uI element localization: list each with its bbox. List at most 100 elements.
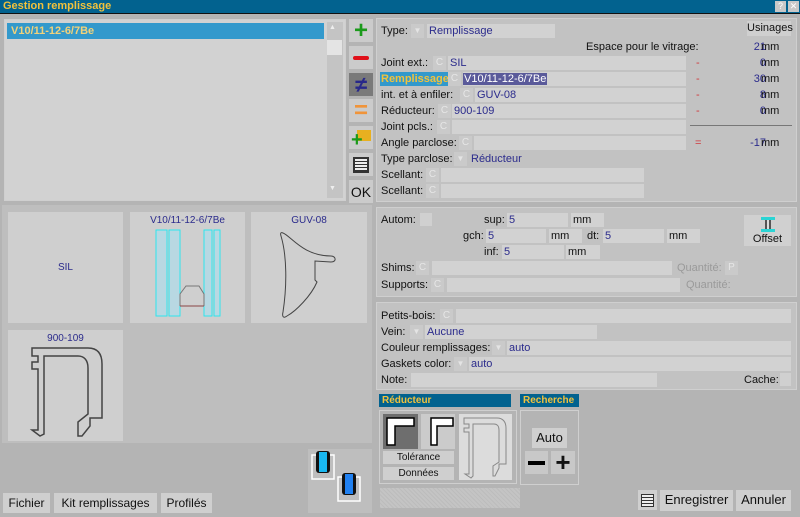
tile-label: GUV-08 [291, 215, 327, 226]
gaskets-color-dropdown-button[interactable]: ▼ [454, 357, 467, 371]
tolerance-button[interactable]: Tolérance [383, 451, 454, 464]
type-parclose-dropdown-button[interactable]: ▼ [454, 152, 467, 166]
list-item[interactable]: V10/11-12-6/7Be [7, 23, 324, 39]
offset-button[interactable]: Offset [744, 215, 791, 246]
table-icon [353, 156, 369, 173]
joint-int-choose-button[interactable]: C [460, 88, 473, 102]
tile-remplissage[interactable]: V10/11-12-6/7Be [130, 212, 245, 323]
gaskets-color-field[interactable]: auto [469, 357, 791, 371]
shims-quantity-button[interactable]: P [725, 261, 738, 275]
note-field[interactable] [411, 373, 657, 387]
scellant-label: Scellant: [381, 169, 424, 181]
add-button[interactable]: + [349, 18, 373, 42]
close-button[interactable]: ✕ [788, 1, 799, 12]
scroll-down-icon[interactable]: ▼ [329, 185, 336, 192]
cancel-button[interactable]: Annuler [736, 490, 791, 511]
couleur-dropdown-button[interactable]: ▼ [492, 341, 505, 355]
donnees-button[interactable]: Données [383, 467, 454, 480]
gch-label: gch: [463, 230, 484, 242]
sup-field[interactable]: 5 [507, 213, 568, 227]
kit-remplissages-button[interactable]: Kit remplissages [54, 493, 157, 513]
usinages-button[interactable]: Usinages [747, 21, 793, 36]
increase-button[interactable]: + [551, 449, 575, 475]
angle-parclose-field[interactable] [474, 136, 686, 150]
joint-pcls-field[interactable] [452, 120, 686, 134]
petits-bois-field[interactable] [456, 309, 791, 323]
reducer-profile-image [29, 347, 103, 437]
reducteur-field[interactable]: 900-109 [452, 104, 686, 118]
reducer-preview [459, 414, 512, 480]
table-button[interactable] [349, 153, 373, 176]
supports-field[interactable] [447, 278, 680, 292]
type-label: Type: [381, 25, 408, 37]
tile-joint-ext[interactable]: SIL [8, 212, 123, 323]
tile-reducteur[interactable]: 900-109 [8, 330, 123, 441]
tile-label: V10/11-12-6/7Be [150, 215, 225, 226]
tile-label: SIL [57, 262, 73, 273]
layout-toggle-button[interactable] [308, 449, 372, 513]
joint-ext-choose-button[interactable]: C [433, 56, 446, 70]
supports-choose-button[interactable]: C [431, 278, 444, 292]
remplissage-label: Remplissage: [380, 72, 454, 86]
dt-field[interactable]: 5 [603, 229, 664, 243]
tile-joint-int[interactable]: GUV-08 [251, 212, 367, 323]
compare-button[interactable]: ≠ [349, 73, 373, 96]
scellant2-field[interactable] [441, 184, 644, 198]
filling-list[interactable]: V10/11-12-6/7Be ▲ ▼ [4, 19, 346, 201]
corner-partial-icon [430, 417, 454, 446]
sup-label: sup: [484, 214, 505, 226]
scellant-choose-button[interactable]: C [426, 168, 439, 182]
scroll-thumb[interactable] [327, 40, 342, 55]
type-dropdown-button[interactable]: ▼ [411, 24, 424, 38]
dt-unit: mm [667, 229, 700, 243]
decrease-button[interactable] [525, 451, 548, 474]
equal-button[interactable]: = [349, 98, 373, 122]
shims-field[interactable] [432, 261, 672, 275]
reducteur-num: 0 [759, 105, 766, 117]
profiles-button[interactable]: Profilés [161, 493, 212, 513]
joint-int-field[interactable]: GUV-08 [475, 88, 686, 102]
reducer-type-partial-button[interactable] [421, 414, 455, 449]
remplissage-field[interactable]: V10/11-12-6/7Be [463, 72, 686, 86]
vein-field[interactable]: Aucune [425, 325, 597, 339]
fichier-button[interactable]: Fichier [3, 493, 50, 513]
dt-label: dt: [587, 230, 600, 242]
table-icon [641, 493, 654, 507]
reducteur-unit: mm [761, 105, 780, 117]
angle-parclose-choose-button[interactable]: C [459, 136, 472, 150]
autom-checkbox[interactable] [420, 213, 432, 226]
gch-field[interactable]: 5 [486, 229, 546, 243]
scrollbar[interactable]: ▲ ▼ [327, 22, 343, 198]
couleur-field[interactable]: auto [507, 341, 791, 355]
help-button[interactable]: ? [775, 1, 786, 12]
joint-int-unit: mm [761, 89, 780, 101]
type-parclose-value[interactable]: Réducteur [471, 152, 522, 166]
scroll-up-icon[interactable]: ▲ [329, 24, 336, 31]
angle-parclose-label: Angle parclose: [381, 137, 457, 149]
joint-ext-field[interactable]: SIL [448, 56, 686, 70]
shims-choose-button[interactable]: C [416, 261, 429, 275]
reducteur-choose-button[interactable]: C [438, 104, 451, 118]
add-folder-button[interactable]: + [349, 126, 373, 150]
vein-label: Vein: [381, 326, 406, 338]
save-button[interactable]: Enregistrer [660, 490, 733, 511]
type-field[interactable]: Remplissage [427, 24, 555, 38]
status-strip [380, 488, 520, 508]
remplissage-choose-button[interactable]: C [448, 72, 461, 86]
ok-button[interactable]: OK [349, 180, 373, 203]
cache-checkbox[interactable] [780, 373, 791, 386]
petits-bois-choose-button[interactable]: C [440, 309, 453, 323]
joint-ext-value: 0 [759, 57, 766, 69]
print-table-button[interactable] [638, 490, 657, 510]
scellant2-choose-button[interactable]: C [426, 184, 439, 198]
joint-ext-label: Joint ext.: [381, 57, 429, 69]
joint-pcls-label: Joint pcls.: [381, 121, 433, 133]
joint-pcls-choose-button[interactable]: C [437, 120, 450, 134]
scellant-field[interactable] [441, 168, 644, 182]
reducer-type-full-button[interactable] [383, 414, 418, 449]
type-parclose-label: Type parclose: [381, 153, 453, 165]
vein-dropdown-button[interactable]: ▼ [410, 325, 423, 339]
inf-field[interactable]: 5 [502, 245, 564, 259]
auto-button[interactable]: Auto [532, 428, 567, 448]
remove-button[interactable] [349, 46, 373, 69]
